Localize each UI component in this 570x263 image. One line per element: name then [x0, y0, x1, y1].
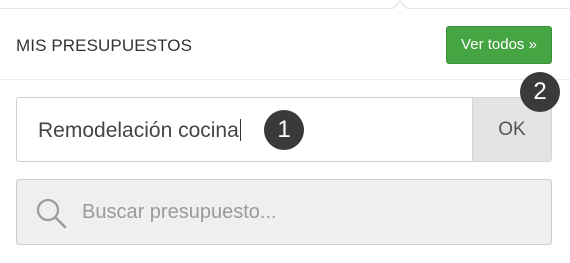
budget-name-text: Remodelación cocina: [38, 119, 239, 142]
search-placeholder: Buscar presupuesto...: [82, 201, 277, 223]
budgets-dropdown-panel: MIS PRESUPUESTOS Ver todos » Remodelació…: [0, 0, 570, 263]
step-badge-2: 2: [520, 72, 560, 112]
text-cursor: [239, 119, 241, 141]
panel-title: MIS PRESUPUESTOS: [16, 36, 193, 55]
budget-name-input[interactable]: Remodelación cocina: [16, 97, 472, 162]
view-all-button[interactable]: Ver todos »: [446, 26, 552, 64]
budget-search-input[interactable]: Buscar presupuesto...: [16, 179, 552, 245]
step-badge-1: 1: [264, 110, 304, 150]
search-icon: [36, 198, 67, 229]
budget-name-value: Remodelación cocina: [38, 119, 241, 143]
